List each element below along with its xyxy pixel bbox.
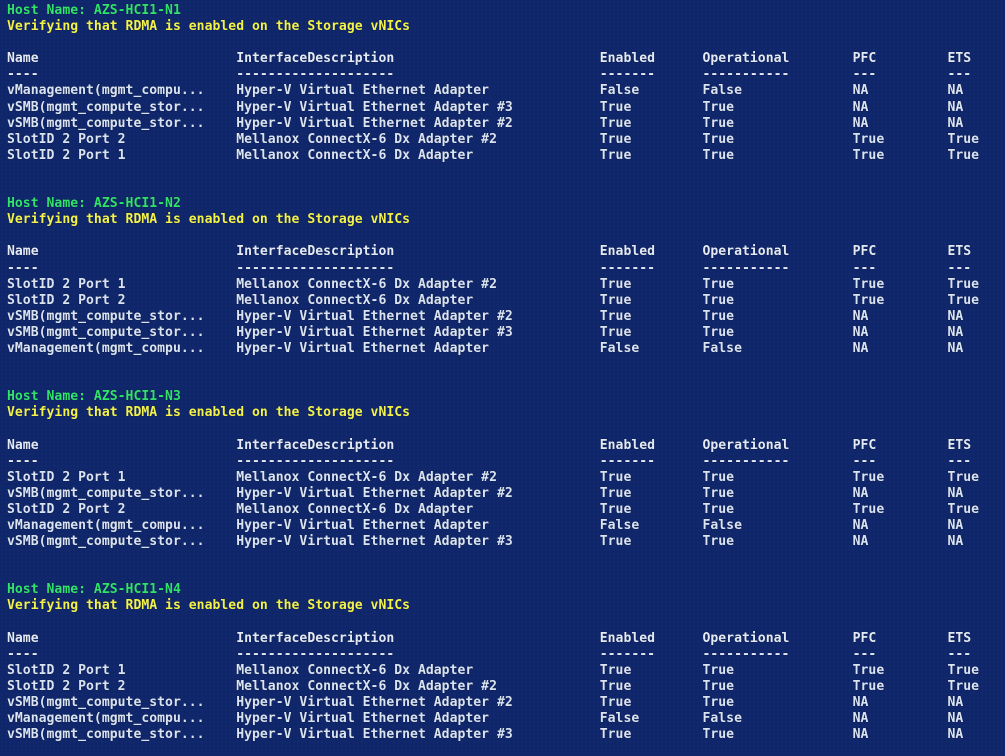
table-header-rule-1: ---- -------------------- ------- ------… (7, 67, 972, 83)
table-header-row-4: Name InterfaceDescription Enabled Operat… (7, 630, 972, 646)
table-row: vManagement(mgmt_compu... Hyper-V Virtua… (7, 518, 964, 533)
table-row: SlotID 2 Port 1 Mellanox ConnectX-6 Dx A… (7, 147, 980, 163)
table-row: vManagement(mgmt_compu... Hyper-V Virtua… (7, 711, 964, 727)
table-row: vManagement(mgmt_compu... Hyper-V Virtua… (7, 340, 964, 356)
host-name-line-2: Host Name: AZS-HCI1-N2 (7, 196, 181, 212)
table-row: SlotID 2 Port 2 Mellanox ConnectX-6 Dx A… (7, 501, 980, 517)
table-row: SlotID 2 Port 1 Mellanox ConnectX-6 Dx A… (7, 469, 980, 485)
verify-message-line-3: Verifying that RDMA is enabled on the St… (7, 405, 411, 421)
table-row: SlotID 2 Port 2 Mellanox ConnectX-6 Dx A… (7, 678, 980, 694)
table-row: SlotID 2 Port 2 Mellanox ConnectX-6 Dx A… (7, 292, 980, 308)
table-header-rule-2: ---- -------------------- ------- ------… (7, 260, 972, 276)
table-header-row-1: Name InterfaceDescription Enabled Operat… (7, 51, 972, 67)
host-name-line-3: Host Name: AZS-HCI1-N3 (7, 389, 181, 405)
table-row: vSMB(mgmt_compute_stor... Hyper-V Virtua… (7, 99, 964, 115)
table-row: vSMB(mgmt_compute_stor... Hyper-V Virtua… (7, 695, 964, 711)
table-row: vManagement(mgmt_compu... Hyper-V Virtua… (7, 83, 964, 99)
table-header-rule-3: ---- -------------------- ------- ------… (7, 453, 972, 469)
host-name-line-1: Host Name: AZS-HCI1-N1 (7, 3, 181, 18)
console-output: Host Name: AZS-HCI1-N1 Verifying that RDM… (0, 0, 979, 743)
table-row: vSMB(mgmt_compute_stor... Hyper-V Virtua… (7, 324, 964, 340)
table-header-row-2: Name InterfaceDescription Enabled Operat… (7, 244, 972, 260)
table-row: vSMB(mgmt_compute_stor... Hyper-V Virtua… (7, 485, 964, 501)
verify-message-line-2: Verifying that RDMA is enabled on the St… (7, 212, 411, 228)
table-row: SlotID 2 Port 1 Mellanox ConnectX-6 Dx A… (7, 276, 980, 292)
table-row: vSMB(mgmt_compute_stor... Hyper-V Virtua… (7, 308, 964, 324)
table-row: SlotID 2 Port 2 Mellanox ConnectX-6 Dx A… (7, 131, 980, 147)
table-row: vSMB(mgmt_compute_stor... Hyper-V Virtua… (7, 727, 964, 743)
host-name-line-4: Host Name: AZS-HCI1-N4 (7, 582, 181, 598)
table-row: vSMB(mgmt_compute_stor... Hyper-V Virtua… (7, 534, 964, 550)
powershell-console[interactable]: Host Name: AZS-HCI1-N1 Verifying that RDM… (0, 0, 1005, 756)
verify-message-line-1: Verifying that RDMA is enabled on the St… (7, 19, 411, 35)
table-row: vSMB(mgmt_compute_stor... Hyper-V Virtua… (7, 115, 964, 131)
table-header-row-3: Name InterfaceDescription Enabled Operat… (7, 437, 972, 453)
table-header-rule-4: ---- -------------------- ------- ------… (7, 646, 972, 662)
table-row: SlotID 2 Port 1 Mellanox ConnectX-6 Dx A… (7, 662, 980, 678)
verify-message-line-4: Verifying that RDMA is enabled on the St… (7, 598, 411, 614)
